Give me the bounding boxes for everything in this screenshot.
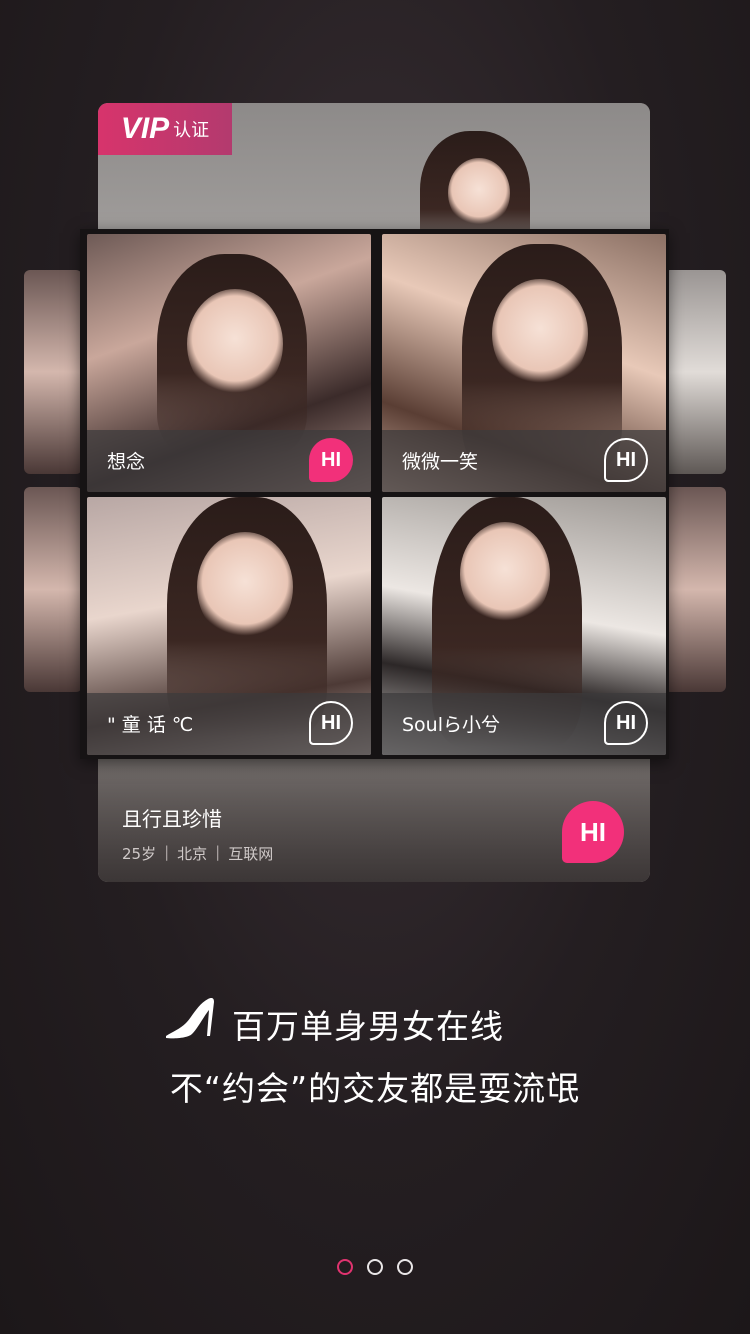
side-card-left-top bbox=[24, 270, 82, 474]
page-dot-2[interactable] bbox=[367, 1259, 383, 1275]
tile-name: " 童 话 ℃ bbox=[107, 714, 194, 736]
age-label: 25岁 bbox=[122, 845, 157, 863]
page-indicator bbox=[0, 1259, 750, 1275]
hi-button-large[interactable]: HI bbox=[562, 801, 624, 863]
meta-separator: | bbox=[164, 843, 170, 861]
tile-name: 想念 bbox=[107, 451, 146, 473]
side-card-right-bottom bbox=[664, 487, 726, 692]
hi-button[interactable]: HI bbox=[604, 438, 648, 482]
high-heel-icon bbox=[166, 998, 214, 1039]
profile-tile[interactable]: " 童 话 ℃ HI bbox=[87, 497, 371, 755]
vip-cert-label: 认证 bbox=[173, 120, 210, 141]
profile-grid: 想念 HI 微微一笑 HI " 童 话 ℃ HI Soulら小兮 HI bbox=[80, 229, 669, 759]
headline-line2: 不“约会”的交友都是耍流氓 bbox=[169, 1069, 581, 1108]
vip-label: VIP bbox=[120, 112, 170, 145]
headline-line1: 百万单身男女在线 bbox=[232, 1007, 504, 1046]
page-dot-3[interactable] bbox=[397, 1259, 413, 1275]
city-label: 北京 bbox=[177, 845, 208, 863]
side-card-right-top bbox=[664, 270, 726, 474]
hi-button[interactable]: HI bbox=[604, 701, 648, 745]
vip-badge: VIP 认证 bbox=[98, 103, 232, 155]
profile-tile[interactable]: 想念 HI bbox=[87, 234, 371, 492]
back-card-meta: 25岁 | 北京 | 互联网 bbox=[122, 843, 273, 864]
meta-separator: | bbox=[215, 843, 221, 861]
profile-tile[interactable]: Soulら小兮 HI bbox=[382, 497, 666, 755]
tile-name: 微微一笑 bbox=[402, 451, 479, 473]
page-dot-1[interactable] bbox=[337, 1259, 353, 1275]
hi-button[interactable]: HI bbox=[309, 438, 353, 482]
hi-button[interactable]: HI bbox=[309, 701, 353, 745]
tile-name: Soulら小兮 bbox=[402, 714, 501, 736]
back-card-name: 且行且珍惜 bbox=[122, 807, 222, 831]
profile-tile[interactable]: 微微一笑 HI bbox=[382, 234, 666, 492]
industry-label: 互联网 bbox=[228, 845, 274, 863]
side-card-left-bottom bbox=[24, 487, 82, 692]
